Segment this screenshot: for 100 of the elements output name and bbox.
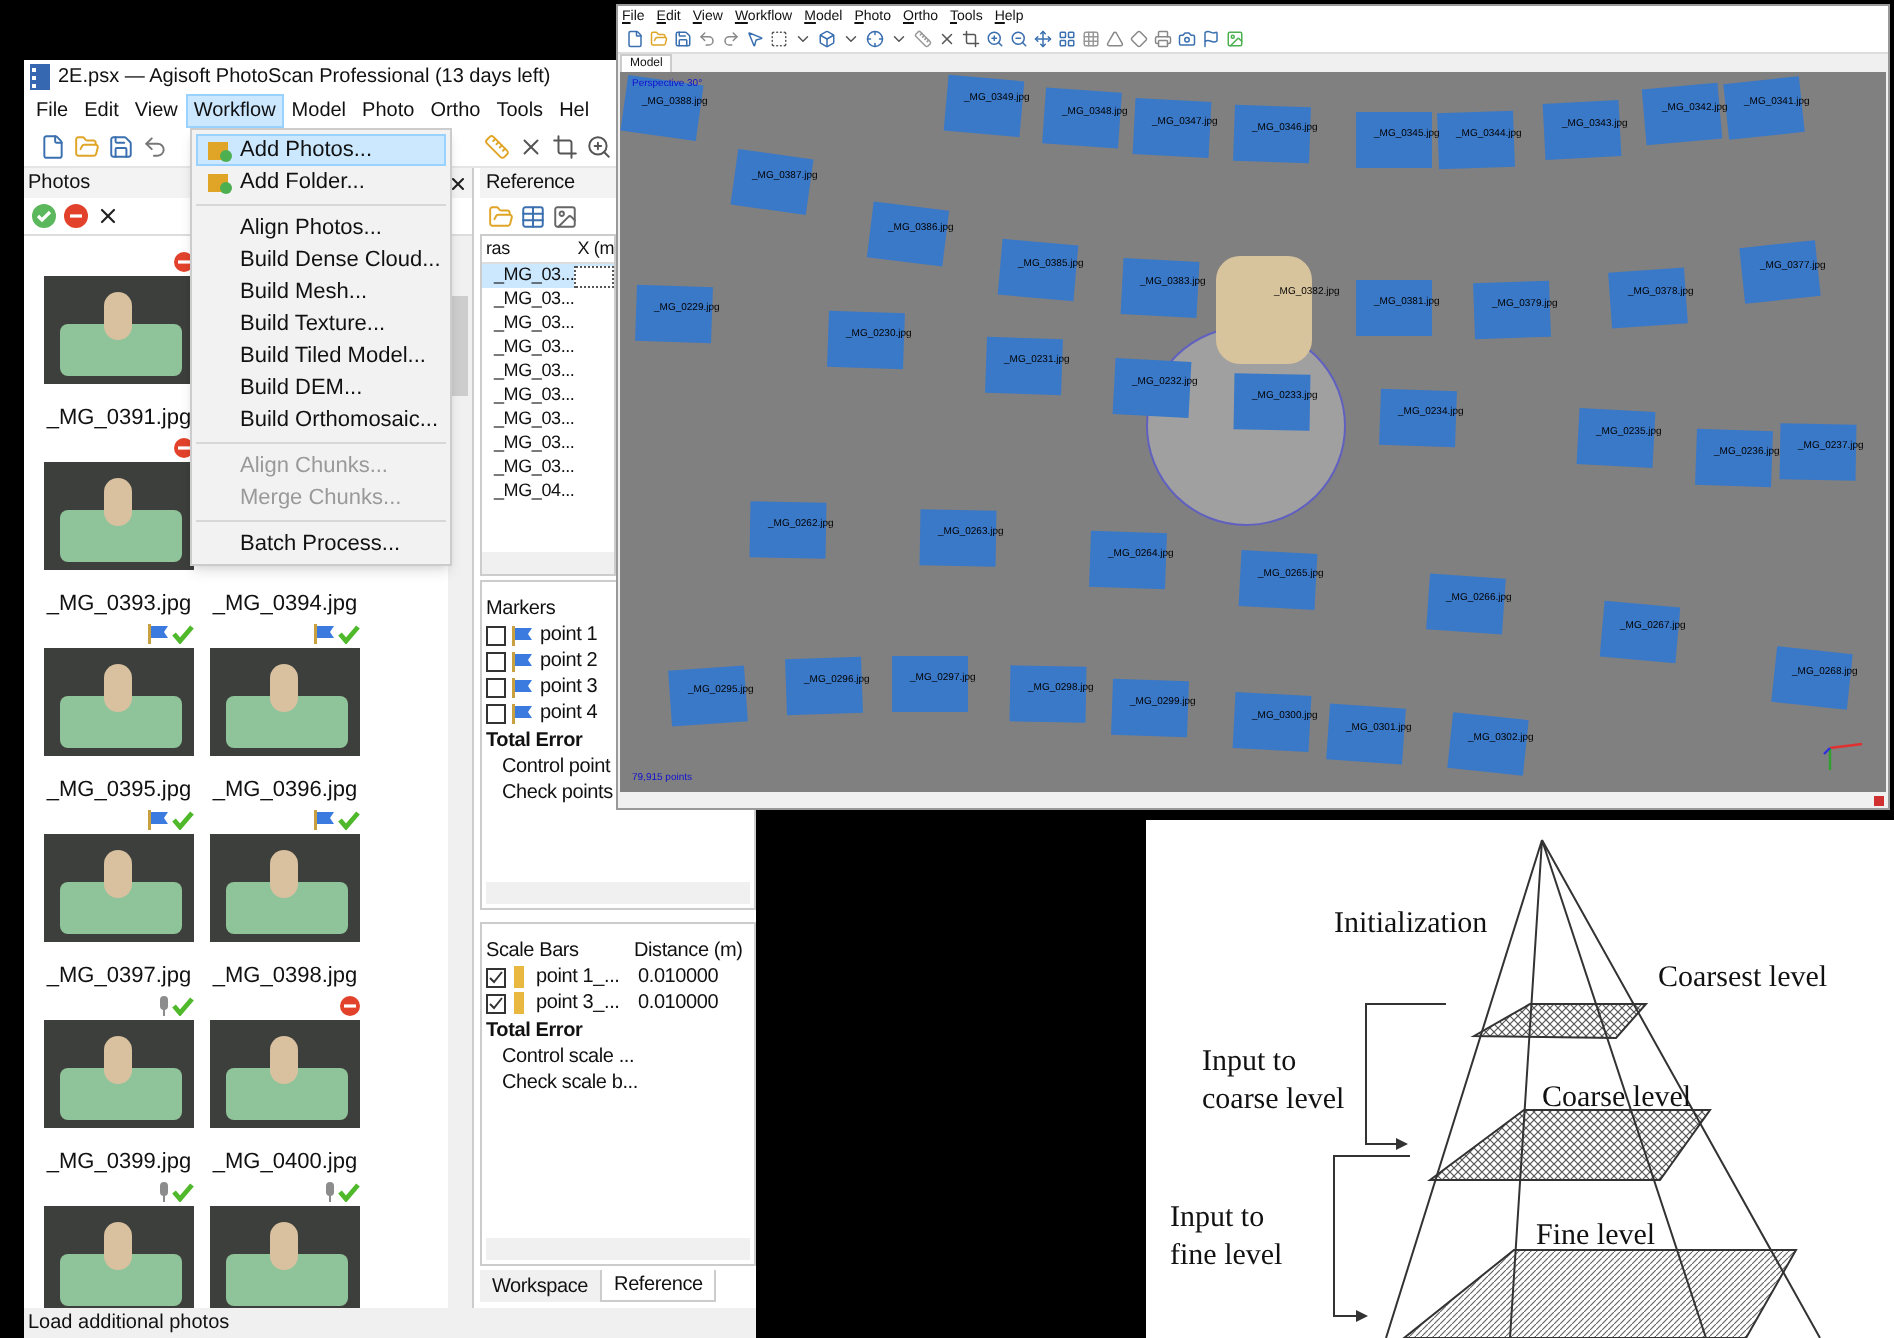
menu-item[interactable]: Align Photos...: [196, 212, 446, 244]
camera-frame[interactable]: [943, 74, 1025, 138]
menu-item[interactable]: Model: [283, 94, 355, 128]
caret-icon[interactable]: [794, 30, 812, 48]
checkbox[interactable]: [486, 703, 506, 723]
photo-placeholder[interactable]: [44, 1206, 194, 1308]
table-row[interactable]: _MG_03...: [482, 264, 614, 288]
photo-placeholder[interactable]: [44, 648, 194, 756]
checkbox[interactable]: [486, 677, 506, 697]
camera-frame[interactable]: [866, 201, 950, 267]
check-circle-icon[interactable]: [32, 204, 56, 228]
menu-item[interactable]: View: [126, 94, 186, 128]
ruler-icon[interactable]: [484, 134, 510, 160]
camera-frame[interactable]: [1723, 76, 1805, 140]
menu-item[interactable]: Edit: [76, 94, 127, 128]
triangle-icon[interactable]: [1106, 30, 1124, 48]
photo-placeholder[interactable]: [44, 276, 194, 384]
photo-placeholder[interactable]: [44, 462, 194, 570]
table-row[interactable]: _MG_03...: [482, 336, 614, 360]
scale-bar-label[interactable]: point 1_...: [524, 962, 638, 992]
dashed-square-icon[interactable]: [770, 30, 788, 48]
menu-item[interactable]: Build Tiled Model...: [196, 340, 446, 372]
cube-icon[interactable]: [818, 30, 836, 48]
scrollbar[interactable]: [448, 236, 472, 1308]
menu-item[interactable]: Build Orthomosaic...: [196, 404, 446, 436]
menu-item[interactable]: Batch Process...: [196, 528, 446, 560]
marker-label[interactable]: point 4: [540, 698, 598, 728]
image-icon[interactable]: [552, 203, 578, 229]
menu-item[interactable]: Workflow: [185, 94, 284, 128]
photo-placeholder[interactable]: [210, 648, 360, 756]
folder-icon[interactable]: [488, 203, 514, 229]
redo-icon[interactable]: [722, 30, 740, 48]
photo-placeholder[interactable]: [210, 1206, 360, 1308]
zoom-icon[interactable]: [586, 134, 612, 160]
undo-icon[interactable]: [142, 134, 168, 160]
camera-icon[interactable]: [1178, 30, 1196, 48]
camera-frame[interactable]: [620, 75, 704, 141]
close-icon[interactable]: [448, 173, 468, 193]
close-icon[interactable]: [518, 134, 544, 160]
table-icon[interactable]: [520, 203, 546, 229]
table-row[interactable]: _MG_03...: [482, 432, 614, 456]
camera-frame[interactable]: [1771, 646, 1853, 710]
crop-icon[interactable]: [962, 30, 980, 48]
table-row[interactable]: _MG_03...: [482, 408, 614, 432]
table-row[interactable]: _MG_03...: [482, 384, 614, 408]
grid-icon[interactable]: [1082, 30, 1100, 48]
flag-icon[interactable]: [1202, 30, 1220, 48]
move-icon[interactable]: [1034, 30, 1052, 48]
close-icon[interactable]: [938, 30, 956, 48]
close-icon[interactable]: [96, 204, 120, 228]
photo-placeholder[interactable]: [44, 834, 194, 942]
marker-label[interactable]: point 1: [540, 620, 598, 650]
minus-circle-icon[interactable]: [64, 204, 88, 228]
column-header[interactable]: X (m: [575, 235, 614, 263]
menu-item[interactable]: Build Dense Cloud...: [196, 244, 446, 276]
caret-icon[interactable]: [890, 30, 908, 48]
column-header[interactable]: Scale Bars: [486, 935, 634, 965]
column-header[interactable]: Distance (m): [634, 935, 743, 965]
caret-icon[interactable]: [842, 30, 860, 48]
folder-icon[interactable]: [74, 134, 100, 160]
tab[interactable]: Workspace: [480, 1270, 601, 1302]
scrollbar[interactable]: [482, 552, 614, 574]
checkbox[interactable]: [486, 967, 506, 987]
undo-icon[interactable]: [698, 30, 716, 48]
menu-item[interactable]: Hel: [551, 94, 598, 128]
image-icon[interactable]: [1226, 30, 1244, 48]
menu-item[interactable]: Add Photos...: [196, 134, 446, 166]
checkbox[interactable]: [486, 651, 506, 671]
menu-item[interactable]: File: [28, 94, 77, 128]
menu-item[interactable]: Ortho: [422, 94, 489, 128]
table-row[interactable]: _MG_03...: [482, 456, 614, 480]
new-file-icon[interactable]: [626, 30, 644, 48]
save-icon[interactable]: [674, 30, 692, 48]
menu-item[interactable]: Build Texture...: [196, 308, 446, 340]
photo-placeholder[interactable]: [210, 1020, 360, 1128]
marker-label[interactable]: point 2: [540, 646, 598, 676]
printer-icon[interactable]: [1154, 30, 1172, 48]
cursor-icon[interactable]: [746, 30, 764, 48]
checkbox[interactable]: [486, 993, 506, 1013]
ruler-icon[interactable]: [914, 30, 932, 48]
diamond-icon[interactable]: [1130, 30, 1148, 48]
photo-placeholder[interactable]: [44, 1020, 194, 1128]
grid-icon[interactable]: [1058, 30, 1076, 48]
menu-item[interactable]: Build Mesh...: [196, 276, 446, 308]
table-row[interactable]: _MG_03...: [482, 312, 614, 336]
table-row[interactable]: _MG_03...: [482, 360, 614, 384]
marker-label[interactable]: point 3: [540, 672, 598, 702]
tab[interactable]: Reference: [600, 1270, 717, 1302]
table-row[interactable]: _MG_04...: [482, 480, 614, 504]
camera-frame[interactable]: [1599, 600, 1681, 664]
menu-item[interactable]: Tools: [488, 94, 552, 128]
zoom-in-icon[interactable]: [986, 30, 1004, 48]
table-row[interactable]: _MG_03...: [482, 288, 614, 312]
camera-frame[interactable]: [1739, 240, 1821, 304]
camera-frame[interactable]: [997, 238, 1079, 302]
column-header[interactable]: ras: [482, 235, 576, 263]
photo-placeholder[interactable]: [210, 834, 360, 942]
new-file-icon[interactable]: [40, 134, 66, 160]
crosshair-icon[interactable]: [866, 30, 884, 48]
menu-item[interactable]: Photo: [354, 94, 423, 128]
